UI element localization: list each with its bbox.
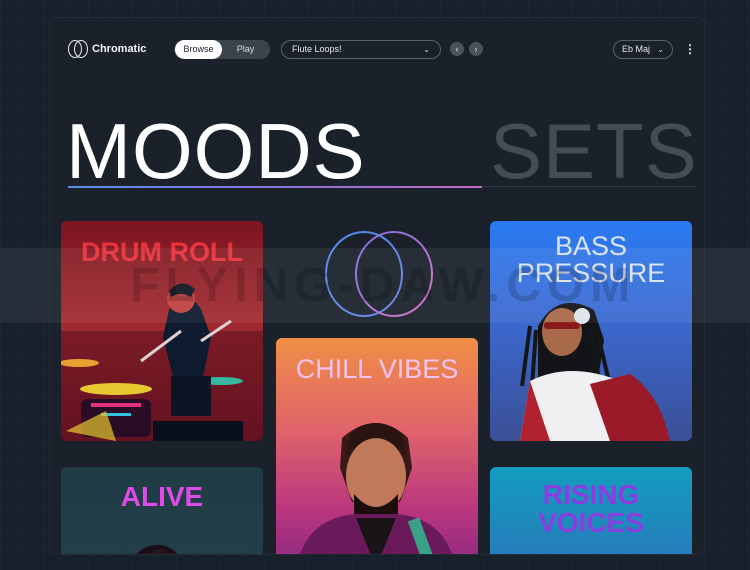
tab-sets[interactable]: SETS [490,106,698,197]
mode-toggle[interactable]: Browse Play [174,40,270,59]
mood-card-rising-voices[interactable]: RISING VOICES [490,467,692,554]
chromatic-logo-icon [68,40,88,58]
preset-dropdown[interactable]: Flute Loops! ⌄ [281,40,441,59]
vertical-ellipsis-icon: ⋮ [684,42,696,56]
app-name: Chromatic [92,43,147,55]
more-menu-button[interactable]: ⋮ [684,40,696,59]
choir-illustration [490,547,692,554]
mood-card-alive[interactable]: ALIVE [61,467,263,554]
card-title-line2: VOICES [538,507,644,538]
mood-card-chill-vibes[interactable]: CHILL VIBES [276,338,478,554]
singer-illustration [136,544,178,554]
tab-moods[interactable]: MOODS [66,106,366,197]
browse-button[interactable]: Browse [175,40,222,59]
watermark-text: FLYING-DAW.COM [130,259,637,312]
chevron-right-icon: › [474,44,478,54]
active-tab-underline [68,186,482,188]
chevron-left-icon: ‹ [455,44,459,54]
previous-button[interactable]: ‹ [450,42,464,56]
key-dropdown[interactable]: Eb Maj ⌄ [613,40,673,59]
next-button[interactable]: › [469,42,483,56]
chevron-down-icon: ⌄ [657,45,664,54]
tab-divider [482,186,696,187]
card-title-line1: RISING [542,479,640,510]
card-title: RISING VOICES [490,481,692,537]
chevron-down-icon: ⌄ [423,45,430,54]
guitarist-illustration [300,423,452,554]
preset-value: Flute Loops! [292,44,342,54]
play-button[interactable]: Play [222,40,269,59]
key-value: Eb Maj [622,44,651,54]
card-title: CHILL VIBES [295,354,459,384]
card-title: ALIVE [120,481,204,512]
